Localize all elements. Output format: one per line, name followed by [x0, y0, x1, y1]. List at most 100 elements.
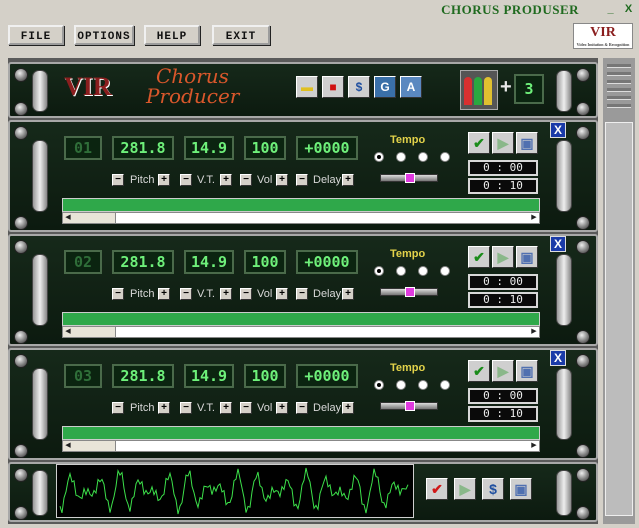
slider-thumb[interactable] — [405, 173, 415, 183]
track-scrollbar[interactable]: ◀ ▶ — [62, 326, 540, 338]
tempo-radio-3[interactable] — [418, 266, 428, 276]
vol-minus-button[interactable]: − — [240, 288, 252, 300]
folder-icon[interactable]: ▬ — [296, 76, 318, 98]
tempo-radio-4[interactable] — [440, 266, 450, 276]
vt-minus-button[interactable]: − — [180, 402, 192, 414]
scroll-right-icon[interactable]: ▶ — [529, 441, 539, 451]
vol-minus-button[interactable]: − — [240, 402, 252, 414]
save-button[interactable]: ▣ — [516, 132, 538, 154]
grip-line — [607, 80, 631, 84]
vol-plus-button[interactable]: + — [276, 174, 288, 186]
exit-button[interactable]: EXIT — [212, 25, 270, 45]
tempo-radio-1[interactable] — [374, 380, 384, 390]
tempo-radio-4[interactable] — [440, 380, 450, 390]
vir-logo-subtitle: Video Imitation & Recognition — [576, 42, 630, 47]
pitch-plus-button[interactable]: + — [158, 174, 170, 186]
time-display-1: 0 : 00 — [468, 388, 538, 404]
app-title: CHORUS PRODUSER — [441, 2, 579, 17]
vol-plus-button[interactable]: + — [276, 402, 288, 414]
check-button[interactable]: ✔ — [468, 246, 490, 268]
scroll-right-icon[interactable]: ▶ — [529, 327, 539, 337]
delay-plus-button[interactable]: + — [342, 174, 354, 186]
vt-label: V.T. — [197, 174, 215, 186]
delay-minus-button[interactable]: − — [296, 402, 308, 414]
close-track-button[interactable]: X — [550, 350, 566, 366]
check-button[interactable]: ✔ — [468, 360, 490, 382]
voices-plus: + — [500, 76, 512, 98]
delay-minus-button[interactable]: − — [296, 174, 308, 186]
play-button[interactable]: ▶ — [492, 360, 514, 382]
track-scrollbar[interactable]: ◀ ▶ — [62, 212, 540, 224]
check-button[interactable]: ✔ — [426, 478, 448, 500]
pitch-minus-button[interactable]: − — [112, 402, 124, 414]
tempo-slider[interactable] — [380, 401, 438, 411]
tempo-radio-2[interactable] — [396, 266, 406, 276]
screw-icon — [576, 506, 590, 520]
check-button[interactable]: ✔ — [468, 132, 490, 154]
dollar-icon[interactable]: $ — [348, 76, 370, 98]
stop-icon[interactable]: ■ — [322, 76, 344, 98]
track-timeline[interactable] — [62, 426, 540, 440]
tempo-radio-4[interactable] — [440, 152, 450, 162]
play-button[interactable]: ▶ — [492, 246, 514, 268]
scroll-left-icon[interactable]: ◀ — [63, 327, 73, 337]
play-button[interactable]: ▶ — [454, 478, 476, 500]
save-button[interactable]: ▣ — [516, 360, 538, 382]
vt-minus-button[interactable]: − — [180, 174, 192, 186]
close-icon[interactable]: X — [622, 3, 635, 16]
tempo-radio-1[interactable] — [374, 152, 384, 162]
vol-plus-button[interactable]: + — [276, 288, 288, 300]
tempo-slider[interactable] — [380, 287, 438, 297]
pitch-minus-button[interactable]: − — [112, 174, 124, 186]
tempo-radio-2[interactable] — [396, 380, 406, 390]
rack-handle — [556, 70, 572, 112]
tempo-radio-1[interactable] — [374, 266, 384, 276]
vertical-scrollbar[interactable] — [603, 58, 635, 524]
scroll-right-icon[interactable]: ▶ — [529, 213, 539, 223]
close-track-button[interactable]: X — [550, 236, 566, 252]
screw-icon — [14, 444, 28, 458]
help-button[interactable]: HELP — [144, 25, 200, 45]
pitch-plus-button[interactable]: + — [158, 288, 170, 300]
time-display-2: 0 : 10 — [468, 406, 538, 422]
track-timeline[interactable] — [62, 198, 540, 212]
pitch-plus-button[interactable]: + — [158, 402, 170, 414]
tempo-radio-3[interactable] — [418, 152, 428, 162]
delay-plus-button[interactable]: + — [342, 402, 354, 414]
vt-plus-button[interactable]: + — [220, 288, 232, 300]
tempo-radio-3[interactable] — [418, 380, 428, 390]
vt-plus-button[interactable]: + — [220, 402, 232, 414]
options-button[interactable]: OPTIONS — [74, 25, 134, 45]
a-icon[interactable]: A — [400, 76, 422, 98]
minimize-icon[interactable]: _ — [604, 3, 617, 16]
tempo-label: Tempo — [390, 134, 426, 146]
slider-thumb[interactable] — [405, 287, 415, 297]
rack-handle — [32, 470, 48, 516]
tempo-radio-2[interactable] — [396, 152, 406, 162]
vt-plus-button[interactable]: + — [220, 174, 232, 186]
file-button[interactable]: FILE — [8, 25, 64, 45]
track-scrollbar[interactable]: ◀ ▶ — [62, 440, 540, 452]
vir-big-logo: VIR — [64, 72, 112, 101]
tempo-slider[interactable] — [380, 173, 438, 183]
vol-minus-button[interactable]: − — [240, 174, 252, 186]
vol-display: 100 — [244, 250, 286, 274]
dollar-icon[interactable]: $ — [482, 478, 504, 500]
vt-minus-button[interactable]: − — [180, 288, 192, 300]
scroll-left-icon[interactable]: ◀ — [63, 441, 73, 451]
close-track-button[interactable]: X — [550, 122, 566, 138]
play-button[interactable]: ▶ — [492, 132, 514, 154]
vol-label: Vol — [257, 174, 273, 186]
g-icon[interactable]: G — [374, 76, 396, 98]
delay-minus-button[interactable]: − — [296, 288, 308, 300]
save-button[interactable]: ▣ — [510, 478, 532, 500]
scroll-left-icon[interactable]: ◀ — [63, 213, 73, 223]
slider-thumb[interactable] — [405, 401, 415, 411]
screw-icon — [14, 126, 28, 140]
pitch-minus-button[interactable]: − — [112, 288, 124, 300]
scrollbar-thumb[interactable] — [605, 122, 633, 516]
save-button[interactable]: ▣ — [516, 246, 538, 268]
delay-plus-button[interactable]: + — [342, 288, 354, 300]
track-timeline[interactable] — [62, 312, 540, 326]
screw-icon — [14, 354, 28, 368]
